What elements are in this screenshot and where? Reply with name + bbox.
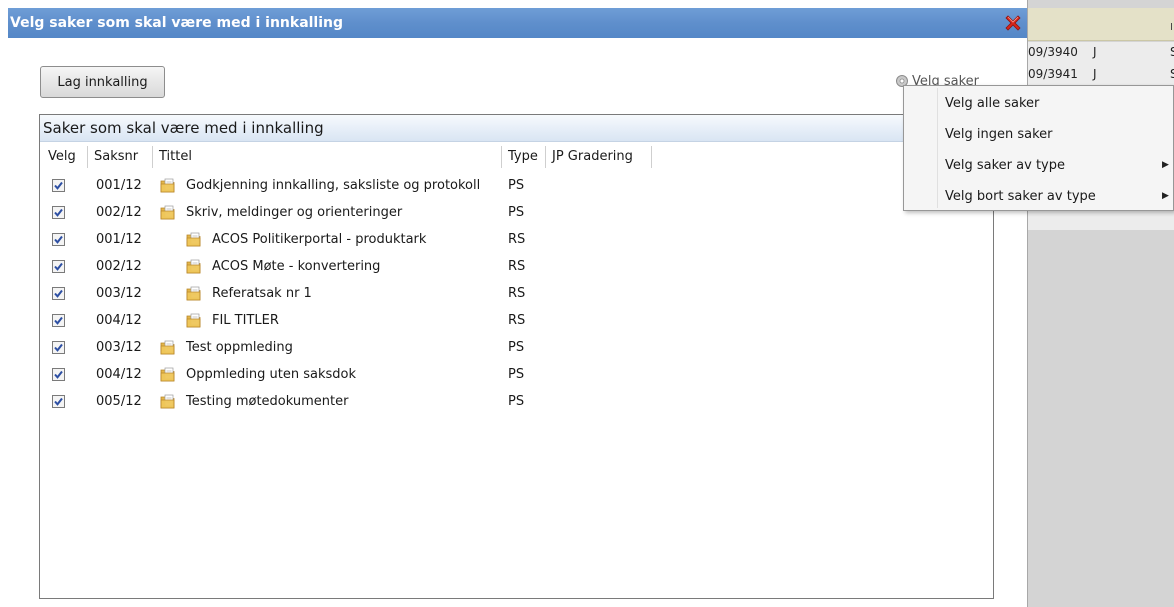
- folder-document-icon: [160, 340, 176, 355]
- folder-document-icon: [186, 313, 202, 328]
- row-tittel: Referatsak nr 1: [212, 286, 312, 301]
- column-header-saksnr[interactable]: Saksnr: [88, 146, 153, 168]
- row-tittel: ACOS Politikerportal - produktark: [212, 232, 427, 247]
- row-type: PS: [508, 367, 525, 382]
- folder-document-icon: [160, 205, 176, 220]
- folder-document-icon: [186, 259, 202, 274]
- folder-document-icon: [186, 286, 202, 301]
- row-type: RS: [508, 232, 526, 247]
- row-type: RS: [508, 286, 526, 301]
- folder-document-icon: [186, 232, 202, 247]
- menu-item-label: Velg bort saker av type: [945, 189, 1096, 204]
- menu-item-label: Velg alle saker: [945, 96, 1040, 111]
- row-saksnr: 001/12: [96, 232, 142, 247]
- row-type: RS: [508, 259, 526, 274]
- background-cell: S: [1170, 67, 1174, 81]
- row-checkbox[interactable]: [52, 395, 65, 408]
- column-header-type[interactable]: Type: [502, 146, 546, 168]
- table-row[interactable]: 005/12 Testing møtedokumenter PS: [40, 388, 993, 415]
- row-checkbox[interactable]: [52, 314, 65, 327]
- lag-innkalling-button[interactable]: Lag innkalling: [40, 66, 165, 98]
- menu-item-velg-ingen-saker[interactable]: Velg ingen saker: [905, 119, 1173, 150]
- table-row[interactable]: 003/12 Test oppmleding PS: [40, 334, 993, 361]
- triangle-right-icon: ▶: [1162, 191, 1169, 201]
- background-header-band: I: [1028, 8, 1174, 41]
- table-header: Velg Saksnr Tittel Type JP Gradering: [40, 146, 993, 168]
- velg-saker-menu: Velg alle saker Velg ingen saker Velg sa…: [903, 85, 1174, 211]
- row-saksnr: 003/12: [96, 286, 142, 301]
- table-row[interactable]: 002/12 ACOS Møte - konvertering RS: [40, 253, 993, 280]
- select-cases-dialog: Velg saker som skal være med i innkallin…: [0, 0, 1174, 607]
- table-row[interactable]: 003/12 Referatsak nr 1 RS: [40, 280, 993, 307]
- row-type: PS: [508, 205, 525, 220]
- row-tittel: Godkjenning innkalling, saksliste og pro…: [186, 178, 481, 193]
- row-tittel: Skriv, meldinger og orienteringer: [186, 205, 403, 220]
- table-row[interactable]: 002/12 Skriv, meldinger og orienteringer P…: [40, 199, 993, 226]
- menu-item-velg-saker-av-type[interactable]: Velg saker av type ▶: [905, 150, 1173, 181]
- background-cell: 09/3941: [1028, 67, 1078, 81]
- column-header-jp-gradering[interactable]: JP Gradering: [546, 146, 652, 168]
- table-row[interactable]: 001/12 ACOS Politikerportal - produktark R…: [40, 226, 993, 253]
- cases-panel-title: Saker som skal være med i innkalling: [43, 119, 324, 137]
- menu-item-velg-bort-saker-av-type[interactable]: Velg bort saker av type ▶: [905, 181, 1173, 212]
- row-checkbox[interactable]: [52, 206, 65, 219]
- row-checkbox[interactable]: [52, 341, 65, 354]
- row-type: PS: [508, 178, 525, 193]
- row-checkbox[interactable]: [52, 287, 65, 300]
- dialog-titlebar[interactable]: Velg saker som skal være med i innkallin…: [8, 8, 1027, 38]
- row-tittel: ACOS Møte - konvertering: [212, 259, 381, 274]
- row-type: PS: [508, 394, 525, 409]
- table-row[interactable]: 004/12 FIL TITLER RS: [40, 307, 993, 334]
- background-list-row: 09/3941 J S: [1028, 64, 1174, 84]
- table-row[interactable]: 001/12 Godkjenning innkalling, saksliste …: [40, 172, 993, 199]
- dialog-title: Velg saker som skal være med i innkallin…: [10, 15, 344, 31]
- row-checkbox[interactable]: [52, 179, 65, 192]
- background-cell: 09/3940: [1028, 45, 1078, 59]
- row-saksnr: 004/12: [96, 367, 142, 382]
- menu-item-label: Velg ingen saker: [945, 127, 1053, 142]
- background-cell: S: [1170, 45, 1174, 59]
- row-type: RS: [508, 313, 526, 328]
- row-saksnr: 004/12: [96, 313, 142, 328]
- menu-item-velg-alle-saker[interactable]: Velg alle saker: [905, 88, 1173, 119]
- row-checkbox[interactable]: [52, 260, 65, 273]
- row-saksnr: 005/12: [96, 394, 142, 409]
- row-saksnr: 003/12: [96, 340, 142, 355]
- cases-panel: Saker som skal være med i innkalling Vel…: [39, 114, 994, 599]
- table-row[interactable]: 004/12 Oppmleding uten saksdok PS: [40, 361, 993, 388]
- row-type: PS: [508, 340, 525, 355]
- background-cell: J: [1093, 45, 1097, 59]
- column-header-tittel[interactable]: Tittel: [153, 146, 502, 168]
- close-icon[interactable]: [1002, 12, 1024, 34]
- row-saksnr: 002/12: [96, 205, 142, 220]
- row-saksnr: 001/12: [96, 178, 142, 193]
- row-checkbox[interactable]: [52, 233, 65, 246]
- background-cell: J: [1093, 67, 1097, 81]
- folder-document-icon: [160, 367, 176, 382]
- row-tittel: Testing møtedokumenter: [186, 394, 349, 409]
- cases-panel-header: Saker som skal være med i innkalling: [40, 115, 993, 142]
- folder-document-icon: [160, 394, 176, 409]
- row-tittel: FIL TITLER: [212, 313, 279, 328]
- row-tittel: Test oppmleding: [186, 340, 293, 355]
- folder-document-icon: [160, 178, 176, 193]
- column-header-velg[interactable]: Velg: [40, 146, 88, 168]
- row-saksnr: 002/12: [96, 259, 142, 274]
- menu-item-label: Velg saker av type: [945, 158, 1065, 173]
- background-header-text: I: [1170, 22, 1173, 33]
- triangle-right-icon: ▶: [1162, 160, 1169, 170]
- row-checkbox[interactable]: [52, 368, 65, 381]
- row-tittel: Oppmleding uten saksdok: [186, 367, 356, 382]
- background-list-row: 09/3940 J S: [1028, 42, 1174, 62]
